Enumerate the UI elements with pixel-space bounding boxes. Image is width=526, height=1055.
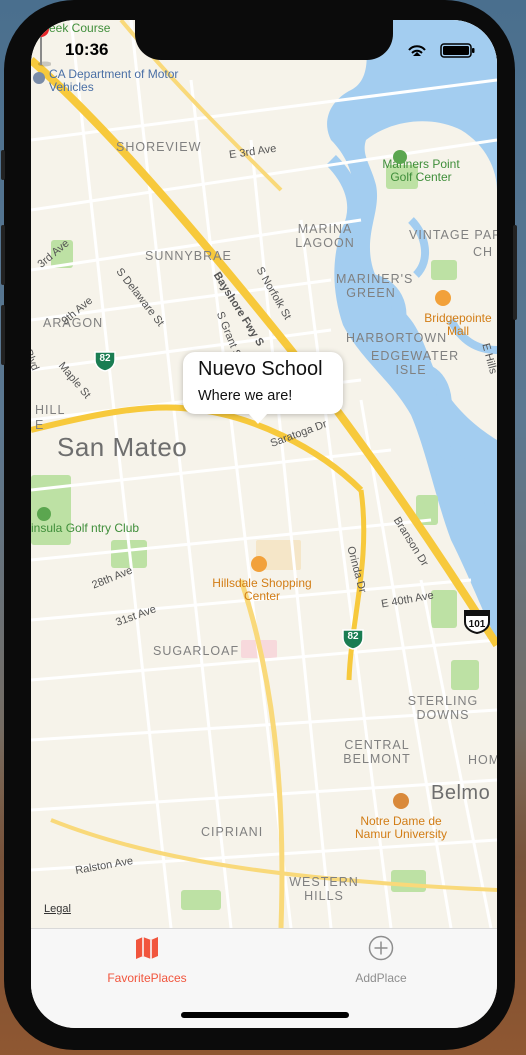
map-label-district: CENTRAL BELMONT: [343, 738, 411, 766]
map-label-district: STERLING DOWNS: [407, 694, 479, 722]
annotation-callout[interactable]: Nuevo School Where we are!: [183, 352, 343, 424]
map-label-city: San Mateo: [57, 432, 188, 462]
map-label-district: VINTAGE PARK: [409, 228, 497, 242]
device-notch: [135, 20, 393, 60]
park: [451, 660, 479, 690]
mute-switch: [1, 150, 5, 180]
map-label-district: SHOREVIEW: [116, 140, 202, 154]
shopping-bag-icon[interactable]: [435, 290, 451, 306]
map-label-district: CIPRIANI: [201, 825, 264, 839]
government-icon[interactable]: [33, 72, 45, 84]
plus-circle-icon: [368, 935, 394, 961]
graduation-cap-icon[interactable]: [393, 793, 409, 809]
phone-frame: reek Course CA Department of Motor Vehic…: [1, 0, 517, 1050]
tab-add-place[interactable]: AddPlace: [311, 935, 451, 985]
status-icons: [408, 43, 475, 58]
map-label-district: E: [35, 418, 45, 432]
map-label-district: SUNNYBRAE: [145, 249, 232, 263]
map-view[interactable]: reek Course CA Department of Motor Vehic…: [31, 20, 497, 928]
tab-label: FavoritePlaces: [107, 971, 187, 985]
park: [391, 870, 426, 892]
tab-favorite-places[interactable]: FavoritePlaces: [77, 935, 217, 985]
us-highway-shield-label: 101: [468, 619, 486, 630]
map-label-district: HOME: [468, 753, 497, 767]
volume-down-button: [1, 305, 5, 365]
map-label-district: MARINER'S GREEN: [336, 272, 414, 300]
battery-icon: [440, 43, 475, 58]
park: [431, 260, 457, 280]
app-screen: reek Course CA Department of Motor Vehic…: [31, 20, 497, 1028]
map-label-district: CH: [473, 245, 494, 259]
home-indicator[interactable]: [181, 1012, 349, 1018]
legal-link[interactable]: Legal: [44, 903, 71, 915]
status-time: 10:36: [65, 40, 109, 59]
golf-icon[interactable]: [37, 507, 51, 521]
map-icon: [136, 937, 158, 959]
shopping-bag-icon[interactable]: [251, 556, 267, 572]
map-label-district: MARINA LAGOON: [295, 222, 355, 250]
park: [181, 890, 221, 910]
golf-icon[interactable]: [393, 150, 407, 164]
callout-title: Nuevo School: [198, 358, 323, 380]
volume-up-button: [1, 225, 5, 285]
map-label-poi: Notre Dame de Namur University: [354, 814, 447, 841]
wifi-icon: [408, 45, 426, 56]
map-label-park: reek Course: [45, 21, 111, 35]
callout-subtitle: Where we are!: [198, 388, 293, 404]
park: [431, 590, 457, 628]
map-label-district: EDGEWATER ISLE: [371, 349, 460, 377]
power-button: [513, 225, 517, 320]
map-label-dmv: CA Department of Motor Vehicles: [49, 67, 179, 94]
map-label-park: insula Golf ntry Club: [31, 521, 140, 535]
el-camino-real: [238, 579, 285, 928]
map-label-district: WESTERN HILLS: [289, 875, 359, 903]
map-label-poi: Bridgepointe Mall: [424, 311, 492, 338]
map-pin-icon[interactable]: [31, 20, 51, 68]
map-label-poi: Hillsdale Shopping Center: [212, 576, 312, 603]
map-label-city: Belmo: [431, 782, 491, 804]
tab-label: AddPlace: [355, 971, 407, 985]
route-shield-label: 82: [347, 631, 359, 642]
map-label-park: Mariners Point Golf Center: [382, 157, 460, 184]
route-shield-label: 82: [99, 353, 111, 364]
map-label-district: HILL: [35, 403, 66, 417]
map-label-district: SUGARLOAF: [153, 644, 240, 658]
